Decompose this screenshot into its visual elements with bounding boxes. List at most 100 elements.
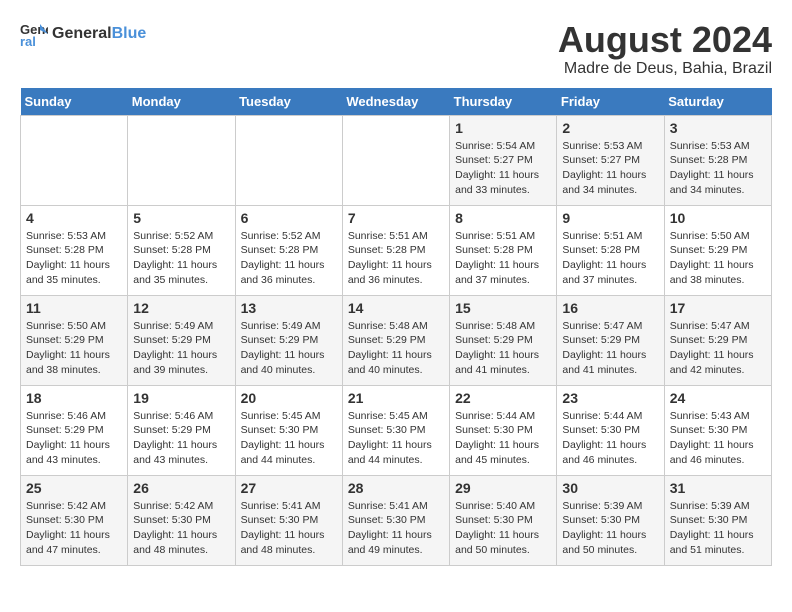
day-info: Sunrise: 5:53 AM Sunset: 5:27 PM Dayligh… xyxy=(562,139,658,198)
calendar-cell: 3 Sunrise: 5:53 AM Sunset: 5:28 PM Daylig… xyxy=(664,115,771,205)
day-number: 28 xyxy=(348,480,444,496)
day-number: 5 xyxy=(133,210,229,226)
day-number: 19 xyxy=(133,390,229,406)
day-number: 10 xyxy=(670,210,766,226)
day-number: 13 xyxy=(241,300,337,316)
day-number: 23 xyxy=(562,390,658,406)
day-number: 20 xyxy=(241,390,337,406)
calendar-title: August 2024 xyxy=(558,20,772,60)
calendar-cell xyxy=(235,115,342,205)
day-number: 29 xyxy=(455,480,551,496)
day-info: Sunrise: 5:42 AM Sunset: 5:30 PM Dayligh… xyxy=(133,499,229,558)
calendar-cell: 4Sunrise: 5:53 AM Sunset: 5:28 PM Daylig… xyxy=(21,205,128,295)
calendar-cell: 5 Sunrise: 5:52 AM Sunset: 5:28 PM Daylig… xyxy=(128,205,235,295)
calendar-cell: 29 Sunrise: 5:40 AM Sunset: 5:30 PM Dayli… xyxy=(450,475,557,565)
day-info: Sunrise: 5:46 AM Sunset: 5:29 PM Dayligh… xyxy=(26,409,122,468)
day-info: Sunrise: 5:50 AM Sunset: 5:29 PM Dayligh… xyxy=(670,229,766,288)
day-info: Sunrise: 5:44 AM Sunset: 5:30 PM Dayligh… xyxy=(455,409,551,468)
day-number: 16 xyxy=(562,300,658,316)
calendar-cell xyxy=(128,115,235,205)
calendar-week-2: 4Sunrise: 5:53 AM Sunset: 5:28 PM Daylig… xyxy=(21,205,772,295)
day-info: Sunrise: 5:47 AM Sunset: 5:29 PM Dayligh… xyxy=(562,319,658,378)
day-info: Sunrise: 5:53 AM Sunset: 5:28 PM Dayligh… xyxy=(26,229,122,288)
day-number: 22 xyxy=(455,390,551,406)
day-number: 12 xyxy=(133,300,229,316)
weekday-wednesday: Wednesday xyxy=(342,88,449,116)
day-info: Sunrise: 5:45 AM Sunset: 5:30 PM Dayligh… xyxy=(348,409,444,468)
weekday-friday: Friday xyxy=(557,88,664,116)
calendar-cell: 31Sunrise: 5:39 AM Sunset: 5:30 PM Dayli… xyxy=(664,475,771,565)
calendar-cell: 30 Sunrise: 5:39 AM Sunset: 5:30 PM Dayli… xyxy=(557,475,664,565)
day-number: 11 xyxy=(26,300,122,316)
calendar-week-4: 18 Sunrise: 5:46 AM Sunset: 5:29 PM Dayli… xyxy=(21,385,772,475)
calendar-body: 1Sunrise: 5:54 AM Sunset: 5:27 PM Daylig… xyxy=(21,115,772,565)
day-info: Sunrise: 5:41 AM Sunset: 5:30 PM Dayligh… xyxy=(348,499,444,558)
day-number: 24 xyxy=(670,390,766,406)
day-number: 9 xyxy=(562,210,658,226)
calendar-cell: 20 Sunrise: 5:45 AM Sunset: 5:30 PM Dayli… xyxy=(235,385,342,475)
day-number: 6 xyxy=(241,210,337,226)
calendar-cell: 21 Sunrise: 5:45 AM Sunset: 5:30 PM Dayli… xyxy=(342,385,449,475)
day-number: 3 xyxy=(670,120,766,136)
logo-icon: Gene ral xyxy=(20,20,48,48)
day-info: Sunrise: 5:48 AM Sunset: 5:29 PM Dayligh… xyxy=(455,319,551,378)
logo-text: GeneralBlue xyxy=(52,25,146,43)
day-info: Sunrise: 5:44 AM Sunset: 5:30 PM Dayligh… xyxy=(562,409,658,468)
day-number: 21 xyxy=(348,390,444,406)
day-number: 2 xyxy=(562,120,658,136)
logo: Gene ral GeneralBlue xyxy=(20,20,146,48)
calendar-cell: 9Sunrise: 5:51 AM Sunset: 5:28 PM Daylig… xyxy=(557,205,664,295)
day-info: Sunrise: 5:53 AM Sunset: 5:28 PM Dayligh… xyxy=(670,139,766,198)
day-number: 27 xyxy=(241,480,337,496)
day-info: Sunrise: 5:40 AM Sunset: 5:30 PM Dayligh… xyxy=(455,499,551,558)
day-info: Sunrise: 5:47 AM Sunset: 5:29 PM Dayligh… xyxy=(670,319,766,378)
day-number: 17 xyxy=(670,300,766,316)
day-info: Sunrise: 5:52 AM Sunset: 5:28 PM Dayligh… xyxy=(133,229,229,288)
calendar-cell: 26 Sunrise: 5:42 AM Sunset: 5:30 PM Dayli… xyxy=(128,475,235,565)
calendar-cell: 18 Sunrise: 5:46 AM Sunset: 5:29 PM Dayli… xyxy=(21,385,128,475)
calendar-cell: 8 Sunrise: 5:51 AM Sunset: 5:28 PM Daylig… xyxy=(450,205,557,295)
day-info: Sunrise: 5:46 AM Sunset: 5:29 PM Dayligh… xyxy=(133,409,229,468)
day-info: Sunrise: 5:43 AM Sunset: 5:30 PM Dayligh… xyxy=(670,409,766,468)
weekday-tuesday: Tuesday xyxy=(235,88,342,116)
day-info: Sunrise: 5:39 AM Sunset: 5:30 PM Dayligh… xyxy=(562,499,658,558)
day-info: Sunrise: 5:48 AM Sunset: 5:29 PM Dayligh… xyxy=(348,319,444,378)
svg-text:ral: ral xyxy=(20,34,36,48)
calendar-cell: 24 Sunrise: 5:43 AM Sunset: 5:30 PM Dayli… xyxy=(664,385,771,475)
calendar-cell xyxy=(21,115,128,205)
day-info: Sunrise: 5:52 AM Sunset: 5:28 PM Dayligh… xyxy=(241,229,337,288)
calendar-table: SundayMondayTuesdayWednesdayThursdayFrid… xyxy=(20,88,772,566)
day-info: Sunrise: 5:50 AM Sunset: 5:29 PM Dayligh… xyxy=(26,319,122,378)
weekday-sunday: Sunday xyxy=(21,88,128,116)
calendar-week-3: 11 Sunrise: 5:50 AM Sunset: 5:29 PM Dayli… xyxy=(21,295,772,385)
day-number: 18 xyxy=(26,390,122,406)
weekday-saturday: Saturday xyxy=(664,88,771,116)
day-number: 26 xyxy=(133,480,229,496)
calendar-cell: 28 Sunrise: 5:41 AM Sunset: 5:30 PM Dayli… xyxy=(342,475,449,565)
day-info: Sunrise: 5:41 AM Sunset: 5:30 PM Dayligh… xyxy=(241,499,337,558)
weekday-monday: Monday xyxy=(128,88,235,116)
calendar-week-1: 1Sunrise: 5:54 AM Sunset: 5:27 PM Daylig… xyxy=(21,115,772,205)
calendar-cell: 11 Sunrise: 5:50 AM Sunset: 5:29 PM Dayli… xyxy=(21,295,128,385)
day-number: 1 xyxy=(455,120,551,136)
calendar-cell: 23 Sunrise: 5:44 AM Sunset: 5:30 PM Dayli… xyxy=(557,385,664,475)
calendar-cell: 10 Sunrise: 5:50 AM Sunset: 5:29 PM Dayli… xyxy=(664,205,771,295)
calendar-cell: 25Sunrise: 5:42 AM Sunset: 5:30 PM Dayli… xyxy=(21,475,128,565)
calendar-cell: 2 Sunrise: 5:53 AM Sunset: 5:27 PM Daylig… xyxy=(557,115,664,205)
day-number: 25 xyxy=(26,480,122,496)
day-info: Sunrise: 5:45 AM Sunset: 5:30 PM Dayligh… xyxy=(241,409,337,468)
calendar-cell: 16 Sunrise: 5:47 AM Sunset: 5:29 PM Dayli… xyxy=(557,295,664,385)
day-info: Sunrise: 5:51 AM Sunset: 5:28 PM Dayligh… xyxy=(348,229,444,288)
page-header: Gene ral GeneralBlue August 2024 Madre d… xyxy=(20,20,772,78)
day-number: 30 xyxy=(562,480,658,496)
calendar-cell: 15Sunrise: 5:48 AM Sunset: 5:29 PM Dayli… xyxy=(450,295,557,385)
weekday-thursday: Thursday xyxy=(450,88,557,116)
calendar-cell: 7Sunrise: 5:51 AM Sunset: 5:28 PM Daylig… xyxy=(342,205,449,295)
calendar-cell xyxy=(342,115,449,205)
title-block: August 2024 Madre de Deus, Bahia, Brazil xyxy=(558,20,772,78)
day-info: Sunrise: 5:51 AM Sunset: 5:28 PM Dayligh… xyxy=(455,229,551,288)
calendar-cell: 17 Sunrise: 5:47 AM Sunset: 5:29 PM Dayli… xyxy=(664,295,771,385)
calendar-cell: 14Sunrise: 5:48 AM Sunset: 5:29 PM Dayli… xyxy=(342,295,449,385)
day-number: 8 xyxy=(455,210,551,226)
calendar-cell: 12Sunrise: 5:49 AM Sunset: 5:29 PM Dayli… xyxy=(128,295,235,385)
